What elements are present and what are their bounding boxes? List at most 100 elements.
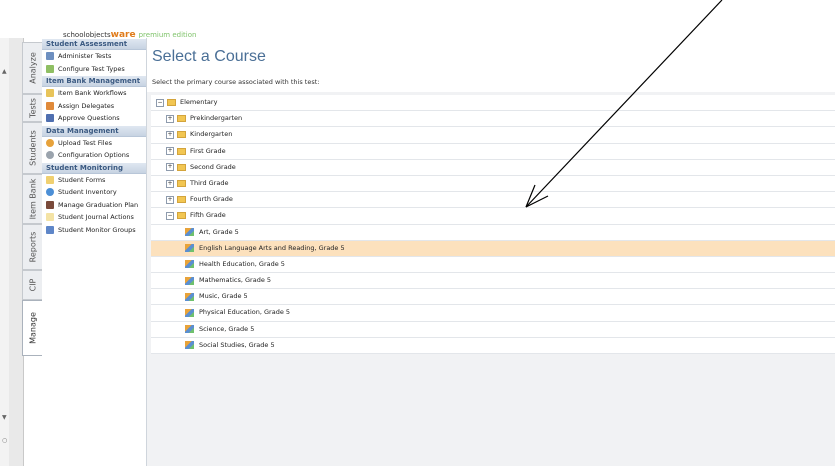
tab-item-bank[interactable]: Item Bank — [22, 174, 42, 224]
expand-icon[interactable]: + — [166, 163, 174, 172]
workflow-icon — [46, 89, 54, 98]
page-title: Select a Course — [152, 48, 266, 65]
tab-tests[interactable]: Tests — [22, 94, 42, 122]
course-icon — [185, 260, 194, 269]
menu-label: Item Bank Workflows — [58, 89, 127, 97]
node-label: Kindergarten — [190, 130, 233, 139]
circle-icon[interactable]: ○ — [2, 437, 7, 444]
tab-label: Students — [28, 130, 37, 166]
menu-label: Student Journal Actions — [58, 213, 134, 221]
tab-cip[interactable]: CIP — [22, 270, 42, 300]
course-icon — [185, 325, 194, 334]
menu-label: Configuration Options — [58, 151, 130, 159]
course-item[interactable]: Social Studies, Grade 5 — [151, 338, 835, 354]
folder-icon — [177, 131, 186, 139]
folder-icon — [177, 115, 186, 123]
menu-item-administer-tests[interactable]: Administer Tests — [42, 50, 146, 63]
menu-item-manage-graduation-plan[interactable]: Manage Graduation Plan — [42, 199, 146, 212]
forms-icon — [46, 175, 54, 184]
menu-item-upload-test-files[interactable]: Upload Test Files — [42, 137, 146, 150]
tree-node-fifth-grade[interactable]: − Fifth Grade — [151, 208, 835, 225]
menu-item-student-journal-actions[interactable]: Student Journal Actions — [42, 211, 146, 224]
folder-icon — [177, 180, 186, 188]
tab-analyze[interactable]: Analyze — [22, 42, 42, 94]
menu-item-student-monitor-groups[interactable]: Student Monitor Groups — [42, 224, 146, 237]
menu-item-student-inventory[interactable]: Student Inventory — [42, 186, 146, 199]
course-icon — [185, 341, 194, 350]
course-item-selected[interactable]: English Language Arts and Reading, Grade… — [151, 240, 835, 257]
tree-node-grade[interactable]: + Kindergarten — [151, 127, 835, 144]
folder-icon — [177, 212, 186, 220]
menu-label: Student Monitor Groups — [58, 225, 136, 234]
folder-icon — [167, 99, 176, 107]
menu-group-student-assessment: Student Assessment — [42, 39, 146, 50]
course-label: Social Studies, Grade 5 — [199, 340, 275, 349]
course-tree: − Elementary + Prekindergarten + Kindergart… — [151, 95, 835, 354]
course-item[interactable]: Health Education, Grade 5 — [151, 257, 835, 274]
tab-reports[interactable]: Reports — [22, 224, 42, 270]
course-item[interactable]: Music, Grade 5 — [151, 289, 835, 306]
menu-label: Administer Tests — [58, 52, 112, 60]
tab-label: Manage — [28, 312, 37, 344]
course-item[interactable]: Science, Grade 5 — [151, 322, 835, 338]
collapse-icon[interactable]: − — [166, 211, 174, 220]
menu-item-configuration-options[interactable]: Configuration Options — [42, 149, 146, 162]
menu-item-item-bank-workflows[interactable]: Item Bank Workflows — [42, 87, 146, 100]
menu-group-student-monitoring: Student Monitoring — [42, 162, 146, 174]
tree-node-grade[interactable]: + Third Grade — [151, 176, 835, 193]
menu-label: Student Forms — [58, 175, 106, 184]
menu-label: Student Inventory — [58, 188, 117, 196]
menu-label: Configure Test Types — [58, 64, 125, 73]
collapse-icon[interactable]: − — [156, 98, 164, 107]
course-label: Health Education, Grade 5 — [199, 259, 285, 268]
tree-node-grade[interactable]: + Fourth Grade — [151, 192, 835, 209]
menu-item-configure-test-types[interactable]: Configure Test Types — [42, 63, 146, 76]
menu-label: Assign Delegates — [58, 101, 115, 110]
node-label: Second Grade — [190, 162, 236, 171]
course-item[interactable]: Mathematics, Grade 5 — [151, 273, 835, 290]
expand-icon[interactable]: + — [166, 195, 174, 204]
menu-label: Upload Test Files — [58, 138, 112, 147]
delegates-icon — [46, 101, 54, 110]
course-icon — [185, 309, 194, 318]
node-label: Elementary — [180, 98, 218, 106]
main-content: Select a Course Select the primary cours… — [147, 38, 835, 466]
menu-group-item-bank-management: Item Bank Management — [42, 76, 146, 87]
collapse-icon[interactable]: ▲ — [2, 68, 7, 75]
tree-node-elementary[interactable]: − Elementary — [151, 95, 835, 112]
expand-icon[interactable]: + — [166, 114, 174, 123]
menu-item-assign-delegates[interactable]: Assign Delegates — [42, 100, 146, 113]
tree-node-grade[interactable]: + Second Grade — [151, 160, 835, 176]
expand-icon[interactable]: + — [166, 179, 174, 188]
expand-icon[interactable]: + — [166, 147, 174, 156]
course-item[interactable]: Art, Grade 5 — [151, 225, 835, 241]
menu-item-student-forms[interactable]: Student Forms — [42, 174, 146, 187]
node-label: Prekindergarten — [190, 114, 243, 123]
tree-node-grade[interactable]: + Prekindergarten — [151, 111, 835, 128]
node-label: Fourth Grade — [190, 195, 233, 204]
folder-icon — [177, 163, 186, 171]
menu-label: Approve Questions — [58, 114, 120, 122]
folder-icon — [177, 147, 186, 155]
page-subtitle: Select the primary course associated wit… — [152, 78, 320, 86]
test-icon — [46, 52, 54, 61]
tab-label: Analyze — [28, 52, 37, 84]
menu-group-data-management: Data Management — [42, 125, 146, 137]
tab-students[interactable]: Students — [22, 122, 42, 174]
tab-manage[interactable]: Manage — [22, 300, 42, 356]
node-label: Third Grade — [190, 178, 229, 187]
tab-label: Tests — [28, 98, 37, 118]
scroll-down-icon[interactable]: ▼ — [2, 414, 7, 421]
config-icon — [46, 64, 54, 73]
menu-item-approve-questions[interactable]: Approve Questions — [42, 112, 146, 125]
course-icon — [185, 276, 194, 285]
course-label: Mathematics, Grade 5 — [199, 276, 272, 285]
menu-label: Manage Graduation Plan — [58, 200, 139, 209]
folder-icon — [177, 196, 186, 204]
top-bar: schoolobjectsware premium edition — [0, 0, 835, 40]
course-label: Art, Grade 5 — [199, 227, 239, 236]
course-item[interactable]: Physical Education, Grade 5 — [151, 305, 835, 322]
course-icon — [185, 292, 194, 301]
tree-node-grade[interactable]: + First Grade — [151, 144, 835, 160]
expand-icon[interactable]: + — [166, 130, 174, 139]
